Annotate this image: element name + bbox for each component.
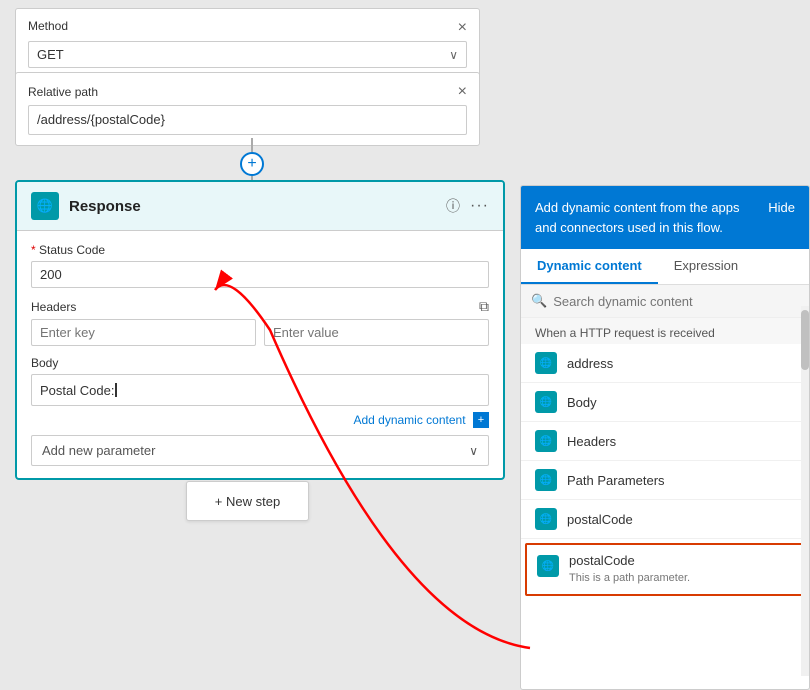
relative-path-block: Relative path × /address/{postalCode} — [15, 72, 480, 146]
add-new-param-chevron-icon: ∨ — [469, 444, 478, 458]
method-chevron-icon[interactable]: ∨ — [449, 48, 458, 62]
response-card-icon: 🌐 — [31, 192, 59, 220]
address-item-icon: 🌐 — [535, 352, 557, 374]
tab-dynamic-content[interactable]: Dynamic content — [521, 249, 658, 284]
postalcode1-item-label: postalCode — [567, 512, 633, 527]
scrollbar-thumb[interactable] — [801, 310, 809, 370]
scrollbar-track[interactable] — [801, 306, 809, 676]
dynamic-content-list: When a HTTP request is received 🌐 addres… — [521, 318, 809, 689]
path-params-item-label: Path Parameters — [567, 473, 665, 488]
dynamic-search-box: 🔍 — [521, 285, 809, 318]
dynamic-search-input[interactable] — [553, 294, 799, 309]
dynamic-item-postalcode-1[interactable]: 🌐 postalCode — [521, 500, 809, 539]
relative-path-close-icon[interactable]: × — [458, 83, 467, 101]
relative-path-label: Relative path — [28, 85, 98, 99]
headers-value-input[interactable] — [264, 319, 489, 346]
status-code-input[interactable] — [31, 261, 489, 288]
add-dynamic-content-link[interactable]: Add dynamic content — [353, 413, 465, 427]
dynamic-panel-header-text: Add dynamic content from the apps and co… — [535, 198, 758, 237]
address-item-label: address — [567, 356, 613, 371]
response-card-header: 🌐 Response ⓘ ··· — [17, 182, 503, 231]
body-label: Body — [31, 356, 489, 370]
add-new-param-dropdown[interactable]: Add new parameter ∨ — [31, 435, 489, 466]
tab-expression[interactable]: Expression — [658, 249, 754, 284]
dynamic-item-postalcode-2-highlighted[interactable]: 🌐 postalCode This is a path parameter. — [525, 543, 805, 596]
dynamic-item-address[interactable]: 🌐 address — [521, 344, 809, 383]
body-item-icon: 🌐 — [535, 391, 557, 413]
response-card-info-icon[interactable]: ⓘ — [446, 196, 460, 216]
add-step-plus-button[interactable]: + — [240, 152, 264, 176]
new-step-button[interactable]: + New step — [186, 481, 309, 521]
body-value: Postal Code: — [40, 383, 114, 398]
headers-group: Headers ⧉ — [31, 298, 489, 346]
headers-copy-icon[interactable]: ⧉ — [479, 298, 489, 315]
body-group: Body Postal Code: Add dynamic content + — [31, 356, 489, 429]
dynamic-search-icon: 🔍 — [531, 293, 547, 309]
method-value: GET — [37, 47, 449, 62]
postalcode2-item-label: postalCode — [569, 553, 690, 568]
headers-label: Headers — [31, 300, 76, 314]
add-new-param-label: Add new parameter — [42, 443, 155, 458]
method-close-icon[interactable]: × — [458, 19, 467, 37]
method-block: Method × GET ∨ — [15, 8, 480, 79]
status-code-label: * Status Code — [31, 243, 489, 257]
dynamic-section-label: When a HTTP request is received — [521, 318, 809, 344]
body-item-label: Body — [567, 395, 597, 410]
path-params-item-icon: 🌐 — [535, 469, 557, 491]
postalcode2-item-content: postalCode This is a path parameter. — [569, 553, 690, 586]
dynamic-panel-header: Add dynamic content from the apps and co… — [521, 186, 809, 249]
add-dynamic-content-row: Add dynamic content + — [31, 411, 489, 429]
method-label: Method — [28, 19, 68, 33]
dynamic-content-panel: Add dynamic content from the apps and co… — [520, 185, 810, 690]
add-dynamic-plus-icon[interactable]: + — [473, 412, 489, 428]
headers-item-label: Headers — [567, 434, 616, 449]
response-card-more-icon[interactable]: ··· — [470, 197, 489, 215]
dynamic-tabs: Dynamic content Expression — [521, 249, 809, 285]
dynamic-panel-hide-link[interactable]: Hide — [768, 198, 795, 218]
relative-path-value: /address/{postalCode} — [37, 112, 165, 127]
main-canvas: Method × GET ∨ Relative path × /address/… — [0, 0, 810, 690]
dynamic-item-path-parameters[interactable]: 🌐 Path Parameters — [521, 461, 809, 500]
postalcode2-item-icon: 🌐 — [537, 555, 559, 577]
postalcode2-item-sub: This is a path parameter. — [569, 572, 690, 584]
new-step-label: + New step — [215, 494, 280, 509]
dynamic-item-body[interactable]: 🌐 Body — [521, 383, 809, 422]
headers-key-input[interactable] — [31, 319, 256, 346]
headers-item-icon: 🌐 — [535, 430, 557, 452]
dynamic-item-headers[interactable]: 🌐 Headers — [521, 422, 809, 461]
status-code-group: * Status Code — [31, 243, 489, 288]
postalcode1-item-icon: 🌐 — [535, 508, 557, 530]
body-cursor — [115, 383, 117, 397]
response-card-body: * Status Code Headers ⧉ Body Postal Code… — [17, 231, 503, 478]
body-input-field[interactable]: Postal Code: — [31, 374, 489, 406]
response-card: 🌐 Response ⓘ ··· * Status Code Headers ⧉ — [15, 180, 505, 480]
connector-line-top — [251, 138, 253, 152]
response-card-title: Response — [69, 198, 436, 215]
